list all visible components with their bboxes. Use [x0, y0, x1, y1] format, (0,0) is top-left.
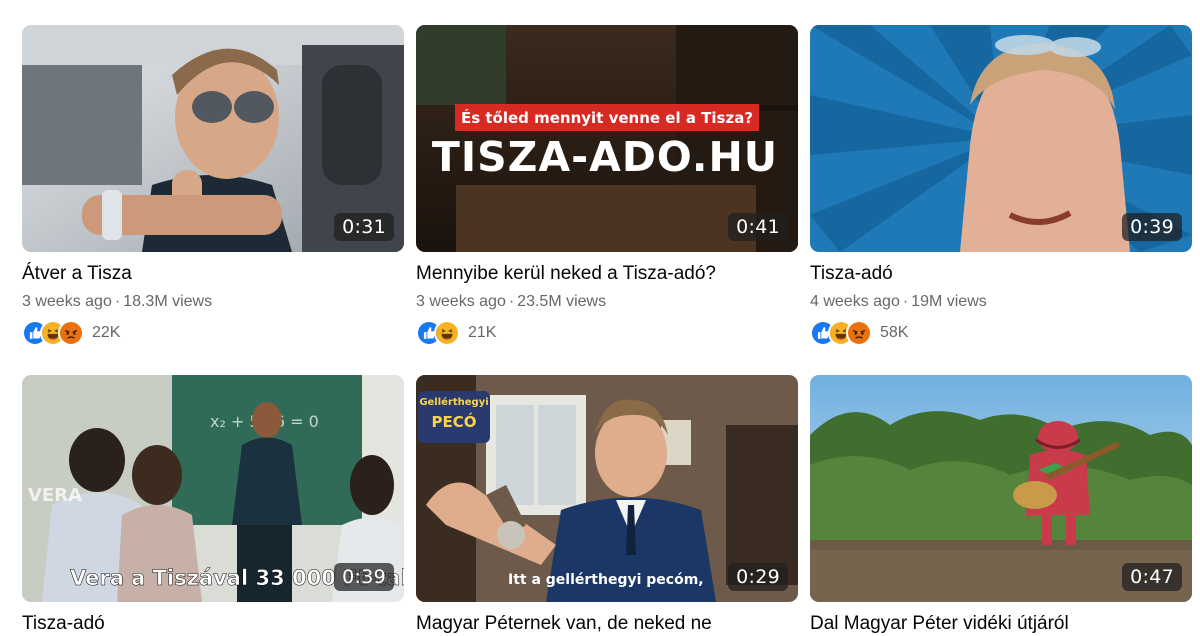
reaction-count: 22K [92, 324, 121, 341]
overlay-main-text: TISZA-ADO.HU [432, 133, 778, 181]
video-thumbnail[interactable]: 0:47 [810, 375, 1192, 602]
video-thumbnail[interactable]: 0:31 [22, 25, 404, 252]
video-duration: 0:31 [334, 213, 394, 241]
video-title[interactable]: Tisza-adó [22, 612, 404, 636]
video-meta: 4 weeks ago · 19M views [810, 293, 1192, 311]
badge-line-1: Gellérthegyi [419, 396, 488, 408]
video-title[interactable]: Tisza-adó [810, 262, 1192, 286]
video-views: 19M views [911, 293, 987, 310]
video-title[interactable]: Dal Magyar Péter vidéki útjáról [810, 612, 1192, 636]
reactions-summary[interactable]: 58K [810, 320, 1192, 346]
video-card[interactable]: És tőled mennyit venne el a Tisza? TISZA… [416, 25, 798, 346]
video-card[interactable]: 0:47 Dal Magyar Péter vidéki útjáról [810, 375, 1192, 636]
overlay-top-text: És tőled mennyit venne el a Tisza? [461, 108, 753, 127]
video-title[interactable]: Átver a Tisza [22, 262, 404, 286]
angry-icon [846, 320, 872, 346]
angry-icon [58, 320, 84, 346]
video-age: 3 weeks ago [416, 293, 506, 310]
video-duration: 0:39 [1122, 213, 1182, 241]
overlay-side-text: VERA [28, 485, 82, 506]
video-card[interactable]: 0:39 Tisza-adó 4 weeks ago · 19M views 5… [810, 25, 1192, 346]
video-duration: 0:47 [1122, 563, 1182, 591]
video-card[interactable]: x₂ + 5 · 6 = 0 VERA Vera a Tiszával 33 0… [22, 375, 404, 636]
video-age: 3 weeks ago [22, 293, 112, 310]
separator-dot: · [508, 293, 515, 310]
reactions-summary[interactable]: 22K [22, 320, 404, 346]
reactions-summary[interactable]: 21K [416, 320, 798, 346]
video-meta: 3 weeks ago · 18.3M views [22, 293, 404, 311]
haha-icon [434, 320, 460, 346]
video-duration: 0:39 [334, 563, 394, 591]
video-thumbnail[interactable]: Gellérthegyi PECÓ Itt a gellérthegyi pec… [416, 375, 798, 602]
video-duration: 0:29 [728, 563, 788, 591]
video-thumbnail[interactable]: x₂ + 5 · 6 = 0 VERA Vera a Tiszával 33 0… [22, 375, 404, 602]
video-age: 4 weeks ago [810, 293, 900, 310]
separator-dot: · [902, 293, 909, 310]
overlay-caption-text: Itt a gellérthegyi pecóm, [508, 572, 704, 588]
reaction-count: 21K [468, 324, 497, 341]
video-duration: 0:41 [728, 213, 788, 241]
video-title[interactable]: Mennyibe kerül neked a Tisza-adó? [416, 262, 798, 286]
separator-dot: · [114, 293, 121, 310]
video-card[interactable]: Gellérthegyi PECÓ Itt a gellérthegyi pec… [416, 375, 798, 636]
video-grid: 0:31 Átver a Tisza 3 weeks ago · 18.3M v… [0, 0, 1200, 634]
video-card[interactable]: 0:31 Átver a Tisza 3 weeks ago · 18.3M v… [22, 25, 404, 346]
badge-line-2: PECÓ [432, 412, 477, 431]
video-thumbnail[interactable]: És tőled mennyit venne el a Tisza? TISZA… [416, 25, 798, 252]
video-thumbnail[interactable]: 0:39 [810, 25, 1192, 252]
reaction-count: 58K [880, 324, 909, 341]
video-views: 18.3M views [123, 293, 213, 310]
video-views: 23.5M views [517, 293, 607, 310]
video-title[interactable]: Magyar Péternek van, de neked ne [416, 612, 798, 636]
video-meta: 3 weeks ago · 23.5M views [416, 293, 798, 311]
